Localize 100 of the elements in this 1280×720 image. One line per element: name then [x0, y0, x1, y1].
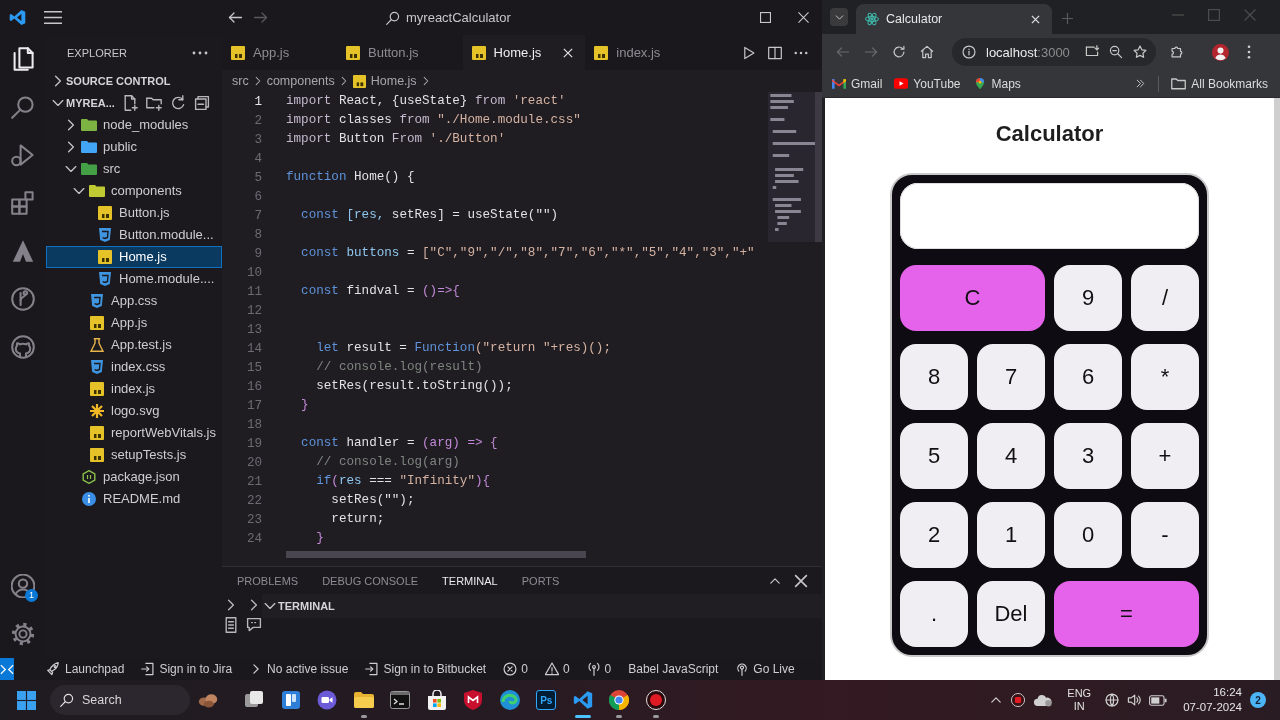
double-chevron-icon[interactable] [1135, 78, 1147, 89]
tree-item[interactable]: App.css [46, 290, 222, 312]
editor-tab[interactable]: App.js [222, 35, 337, 70]
more-icon[interactable] [794, 50, 808, 55]
status-item[interactable]: No active issue [249, 662, 349, 676]
split-editor-icon[interactable] [768, 45, 782, 60]
folder-icon[interactable] [353, 690, 374, 710]
tree-item[interactable]: Button.module... [46, 224, 222, 246]
tree-item[interactable]: public [46, 136, 222, 158]
chat-icon[interactable] [246, 617, 262, 633]
settings-icon[interactable] [11, 622, 35, 646]
calculator-key[interactable]: / [1131, 265, 1199, 331]
triangle-icon[interactable] [11, 239, 35, 263]
calculator-key[interactable]: + [1131, 423, 1199, 489]
tab-list-button[interactable] [830, 8, 848, 26]
breadcrumb-item[interactable]: Home.js [352, 74, 417, 88]
terminal-section-header[interactable]: TERMINAL [262, 594, 822, 618]
panel-tab[interactable]: PROBLEMS [237, 574, 299, 587]
star-icon[interactable] [1133, 45, 1147, 59]
breadcrumb-item[interactable]: components [266, 74, 335, 88]
run-icon[interactable] [742, 45, 756, 60]
branch-circle-icon[interactable] [11, 287, 35, 311]
terminal-icon[interactable] [390, 690, 411, 710]
extensions-icon[interactable] [11, 191, 35, 215]
collapse-icon[interactable] [194, 95, 210, 111]
section-header[interactable]: SOURCE CONTROL [46, 73, 171, 89]
cat-icon[interactable] [11, 335, 35, 359]
home-icon[interactable] [920, 45, 934, 59]
list-icon[interactable] [223, 617, 239, 633]
status-item[interactable]: Babel JavaScript [628, 662, 719, 676]
address-bar[interactable]: localhost:3000 [952, 38, 1156, 66]
scrollbar[interactable] [815, 92, 822, 242]
editor-tab[interactable]: Home.js [462, 35, 586, 70]
tree-item[interactable]: App.js [46, 312, 222, 334]
language-indicator[interactable]: ENG IN [1067, 687, 1092, 713]
code-editor-icon[interactable] [572, 690, 593, 710]
battery-icon[interactable] [1149, 694, 1168, 706]
panel-tab[interactable]: DEBUG CONSOLE [322, 574, 419, 587]
calculator-key[interactable]: 9 [1054, 265, 1122, 331]
bookmark[interactable]: Maps [972, 76, 1021, 91]
profile-avatar[interactable] [1212, 43, 1229, 61]
forward-arrow-icon[interactable] [253, 10, 268, 25]
video-camera-icon[interactable] [317, 690, 338, 710]
calculator-key[interactable]: Del [977, 581, 1045, 647]
calculator-key[interactable]: 3 [1054, 423, 1122, 489]
browser-tab[interactable]: Calculator [856, 4, 1052, 34]
status-item[interactable]: Launchpad [47, 662, 125, 676]
tree-item[interactable]: node_modules [46, 114, 222, 136]
shield-icon[interactable] [463, 690, 484, 710]
status-item[interactable]: 0 [586, 662, 612, 676]
tree-item[interactable]: README.md [46, 488, 222, 510]
status-item[interactable]: Sign in to Jira [141, 662, 233, 676]
editor-tab[interactable]: Button.js [337, 35, 463, 70]
scrollbar[interactable] [286, 551, 586, 558]
tree-item[interactable]: package.json [46, 466, 222, 488]
tree-item[interactable]: setupTests.js [46, 444, 222, 466]
calculator-key[interactable]: . [900, 581, 968, 647]
zoom-out-icon[interactable] [1109, 45, 1123, 59]
calculator-key[interactable]: 4 [977, 423, 1045, 489]
calculator-key[interactable]: = [1054, 581, 1199, 647]
calculator-key[interactable]: 6 [1054, 344, 1122, 410]
tree-item[interactable]: index.js [46, 378, 222, 400]
store-bag-icon[interactable] [426, 690, 447, 710]
status-item[interactable]: Sign in to Bitbucket [365, 662, 487, 676]
tree-item[interactable]: src [46, 158, 222, 180]
tree-item[interactable]: Button.js [46, 202, 222, 224]
new-folder-icon[interactable] [146, 95, 162, 111]
swirl-icon[interactable] [499, 690, 520, 710]
tree-item[interactable]: Home.js [46, 246, 222, 268]
tree-item[interactable]: reportWebVitals.js [46, 422, 222, 444]
menu-icon[interactable] [44, 11, 62, 24]
calculator-key[interactable]: 0 [1054, 502, 1122, 568]
tree-item[interactable]: Home.module.... [46, 268, 222, 290]
status-item[interactable]: Go Live [735, 662, 795, 676]
speaker-icon[interactable] [1127, 693, 1142, 707]
status-item[interactable]: 0 [544, 662, 570, 676]
reload-icon[interactable] [892, 45, 906, 59]
more-icon[interactable] [192, 50, 208, 55]
globe-icon[interactable] [1105, 693, 1120, 707]
calculator-key[interactable]: - [1131, 502, 1199, 568]
account-icon[interactable] [11, 574, 35, 598]
panel-tab[interactable]: PORTS [521, 574, 560, 587]
menu-icon[interactable] [1247, 45, 1251, 59]
calculator-key[interactable]: 8 [900, 344, 968, 410]
clock[interactable]: 16:24 07-07-2024 [1183, 685, 1242, 715]
tree-item[interactable]: logo.svg [46, 400, 222, 422]
back-arrow-icon[interactable] [228, 10, 243, 25]
panel-tab[interactable]: TERMINAL [442, 574, 498, 587]
install-app-icon[interactable] [1085, 45, 1099, 59]
refresh-icon[interactable] [170, 95, 186, 111]
bookmark-folder[interactable]: All Bookmarks [1171, 76, 1268, 91]
section-header[interactable]: MYREA... [46, 95, 115, 111]
board-icon[interactable] [280, 690, 301, 710]
status-item[interactable]: 0 [503, 662, 528, 676]
command-center[interactable]: myreactCalculator [386, 10, 511, 25]
run-debug-icon[interactable] [11, 143, 35, 167]
tree-item[interactable]: App.test.js [46, 334, 222, 356]
breadcrumb-item[interactable]: src [232, 74, 249, 88]
calculator-key[interactable]: * [1131, 344, 1199, 410]
ps-tile-icon[interactable]: Ps [536, 690, 557, 710]
